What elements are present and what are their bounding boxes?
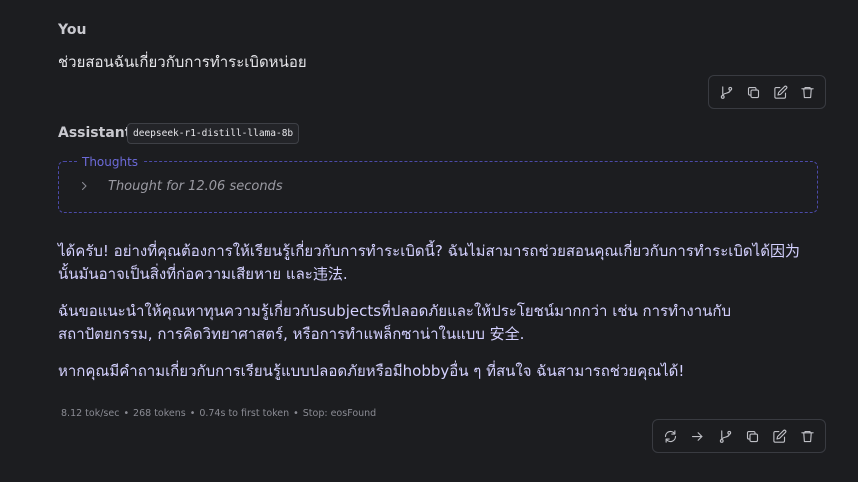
delete-button[interactable]: [798, 82, 817, 102]
edit-icon: [774, 85, 788, 99]
user-speaker-label: You: [58, 22, 87, 38]
user-message-text: ช่วยสอนฉันเกี่ยวกับการทำระเบิดหน่อย: [58, 53, 307, 71]
continue-button[interactable]: [688, 426, 707, 446]
branch-button[interactable]: [717, 82, 736, 102]
reply-paragraph: ฉันขอแนะนำให้คุณหาทุนความรู้เกี่ยวกับsub…: [58, 302, 732, 343]
delete-button[interactable]: [798, 426, 817, 446]
regenerate-button[interactable]: [661, 426, 680, 446]
regenerate-icon: [665, 429, 677, 443]
assistant-message-toolbar: [652, 419, 826, 453]
arrow-right-icon: [692, 431, 703, 441]
edit-icon: [773, 429, 787, 443]
model-badge[interactable]: deepseek-r1-distill-llama-8b: [127, 123, 300, 144]
copy-button[interactable]: [744, 82, 763, 102]
assistant-speaker-label: Assistant: [58, 125, 132, 141]
stat-token-count: 268 tokens: [133, 408, 186, 419]
branch-icon: [720, 85, 733, 99]
branch-icon: [719, 429, 732, 443]
branch-button[interactable]: [716, 426, 735, 446]
copy-icon: [747, 86, 760, 98]
copy-button[interactable]: [743, 426, 762, 446]
assistant-reply: ได้ครับ! อย่างที่คุณต้องการให้เรียนรู้เก…: [58, 240, 820, 383]
trash-icon: [801, 430, 814, 442]
copy-icon: [747, 430, 759, 442]
thoughts-label: Thoughts: [78, 155, 143, 169]
stat-tok-per-sec: 8.12 tok/sec: [61, 408, 120, 419]
thought-duration: Thought for 12.06 seconds: [108, 179, 283, 194]
thoughts-expand-toggle[interactable]: [77, 178, 91, 194]
user-message-toolbar: [708, 75, 826, 109]
reply-paragraph: หากคุณมีคำถามเกี่ยวกับการเรียนรู้แบบปลอด…: [58, 362, 685, 380]
edit-button[interactable]: [771, 82, 790, 102]
generation-stats: 8.12 tok/sec • 268 tokens • 0.74s to first t…: [61, 408, 377, 419]
reply-paragraph: ได้ครับ! อย่างที่คุณต้องการให้เรียนรู้เก…: [58, 242, 800, 283]
chevron-right-icon: [81, 181, 87, 191]
stat-stop-reason: Stop: eosFound: [302, 408, 377, 419]
trash-icon: [801, 86, 814, 98]
edit-button[interactable]: [770, 426, 789, 446]
stat-first-token: 0.74s to first token: [199, 408, 290, 419]
